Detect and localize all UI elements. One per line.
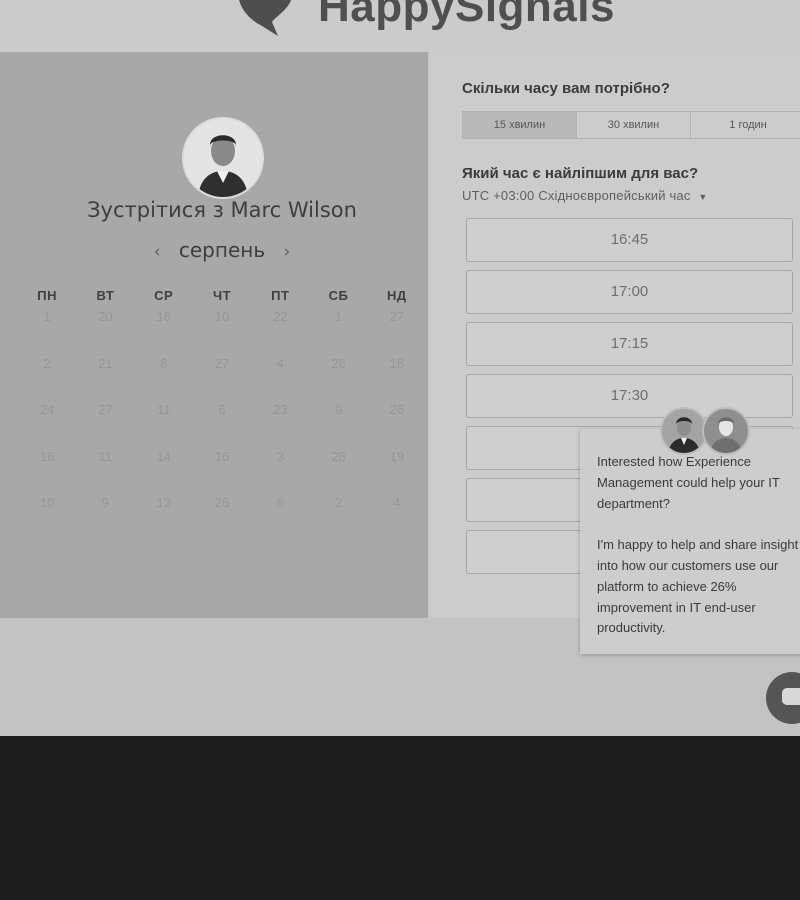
weekday-label: ПТ <box>271 288 290 303</box>
logo-heart-icon <box>232 0 300 36</box>
calendar-day[interactable]: 24 <box>18 402 76 449</box>
weekday-label: СБ <box>328 288 349 303</box>
calendar-day[interactable]: 4 <box>251 356 309 403</box>
agent-avatar <box>702 407 750 455</box>
calendar-day[interactable]: 23 <box>251 402 309 449</box>
weekday-label: ПН <box>37 288 57 303</box>
calendar-day[interactable]: 14 <box>135 449 193 496</box>
calendar-day[interactable]: 6 <box>251 495 309 542</box>
calendar-grid: ПН ВТ СР ЧТ ПТ СБ НД 1 20 18 10 22 1 27 … <box>18 288 426 542</box>
weekday-label: СР <box>154 288 174 303</box>
weekday-header: ПН ВТ СР ЧТ ПТ СБ НД <box>18 288 426 309</box>
timezone-selector[interactable]: UTC +03:00 Східноєвропейський час ▼ <box>462 188 708 203</box>
calendar-day[interactable]: 27 <box>368 309 426 356</box>
calendar-day[interactable]: 2 <box>309 495 367 542</box>
calendar-day[interactable]: 3 <box>251 449 309 496</box>
month-nav: ‹ серпень › <box>0 238 444 262</box>
calendar-day[interactable]: 6 <box>193 402 251 449</box>
calendar-day[interactable]: 19 <box>368 449 426 496</box>
weekday-label: ЧТ <box>212 288 232 303</box>
calendar-day[interactable]: 8 <box>135 356 193 403</box>
weekday-label: НД <box>387 288 407 303</box>
timezone-label: UTC +03:00 Східноєвропейський час <box>462 188 691 203</box>
calendar-day[interactable]: 26 <box>309 356 367 403</box>
chat-popup-paragraph: I'm happy to help and share insight into… <box>597 537 799 636</box>
time-question: Який час є найліпшим для вас? <box>462 165 699 182</box>
duration-option-30[interactable]: 30 хвилин <box>576 111 691 139</box>
duration-option-60[interactable]: 1 годин <box>690 111 800 139</box>
logo[interactable]: HappySignals <box>232 0 615 36</box>
calendar-day[interactable]: 16 <box>368 356 426 403</box>
header: HappySignals <box>0 0 800 52</box>
weekday-label: ВТ <box>96 288 115 303</box>
calendar-day[interactable]: 13 <box>135 495 193 542</box>
calendar-day[interactable]: 1 <box>309 309 367 356</box>
duration-option-15[interactable]: 15 хвилин <box>462 111 577 139</box>
chat-popup-text: Interested how Experience Management cou… <box>597 452 800 639</box>
time-slot[interactable]: 17:15 <box>466 322 793 366</box>
caret-down-icon: ▼ <box>698 192 708 202</box>
time-slot[interactable]: 17:00 <box>466 270 793 314</box>
calendar-week: 24 27 11 6 23 9 26 <box>18 402 426 449</box>
calendar-day[interactable]: 27 <box>193 356 251 403</box>
calendar-day[interactable]: 28 <box>309 449 367 496</box>
time-slot[interactable]: 17:30 <box>466 374 793 418</box>
scheduler-left-panel: Зустрітися з Marc Wilson ‹ серпень › ПН … <box>0 52 428 618</box>
chevron-right-icon[interactable]: › <box>271 242 302 262</box>
calendar-day[interactable]: 9 <box>76 495 134 542</box>
calendar-week: 1 20 18 10 22 1 27 <box>18 309 426 356</box>
calendar-day[interactable]: 16 <box>18 449 76 496</box>
calendar-day[interactable]: 11 <box>76 449 134 496</box>
calendar-week: 16 11 14 16 3 28 19 <box>18 449 426 496</box>
calendar-day[interactable]: 10 <box>193 309 251 356</box>
calendar-week: 2 21 8 27 4 26 16 <box>18 356 426 403</box>
duration-question: Скільки часу вам потрібно? <box>462 80 670 97</box>
time-slot[interactable]: 16:45 <box>466 218 793 262</box>
meet-title: Зустрітися з Marc Wilson <box>87 198 357 222</box>
calendar-day[interactable]: 11 <box>135 402 193 449</box>
calendar-day[interactable]: 26 <box>368 402 426 449</box>
chevron-left-icon[interactable]: ‹ <box>142 242 173 262</box>
calendar-day[interactable]: 4 <box>368 495 426 542</box>
calendar-day[interactable]: 20 <box>76 309 134 356</box>
chat-bubble-icon <box>782 688 800 705</box>
calendar-day[interactable]: 26 <box>193 495 251 542</box>
month-label: серпень <box>178 238 266 262</box>
duration-selector: 15 хвилин 30 хвилин 1 годин <box>462 111 800 139</box>
calendar-week: 10 9 13 26 6 2 4 <box>18 495 426 542</box>
calendar-day[interactable]: 22 <box>251 309 309 356</box>
calendar-day[interactable]: 2 <box>18 356 76 403</box>
brand-name: HappySignals <box>318 0 615 31</box>
calendar-day[interactable]: 21 <box>76 356 134 403</box>
calendar-day[interactable]: 18 <box>135 309 193 356</box>
calendar-day[interactable]: 9 <box>309 402 367 449</box>
agent-avatar <box>660 407 708 455</box>
calendar-day[interactable]: 27 <box>76 402 134 449</box>
calendar-day[interactable]: 16 <box>193 449 251 496</box>
calendar-day[interactable]: 10 <box>18 495 76 542</box>
host-avatar <box>182 117 264 199</box>
chat-popup-paragraph: Interested how Experience Management cou… <box>597 454 780 511</box>
calendar-day[interactable]: 1 <box>18 309 76 356</box>
chat-popup[interactable]: Interested how Experience Management cou… <box>580 429 800 654</box>
